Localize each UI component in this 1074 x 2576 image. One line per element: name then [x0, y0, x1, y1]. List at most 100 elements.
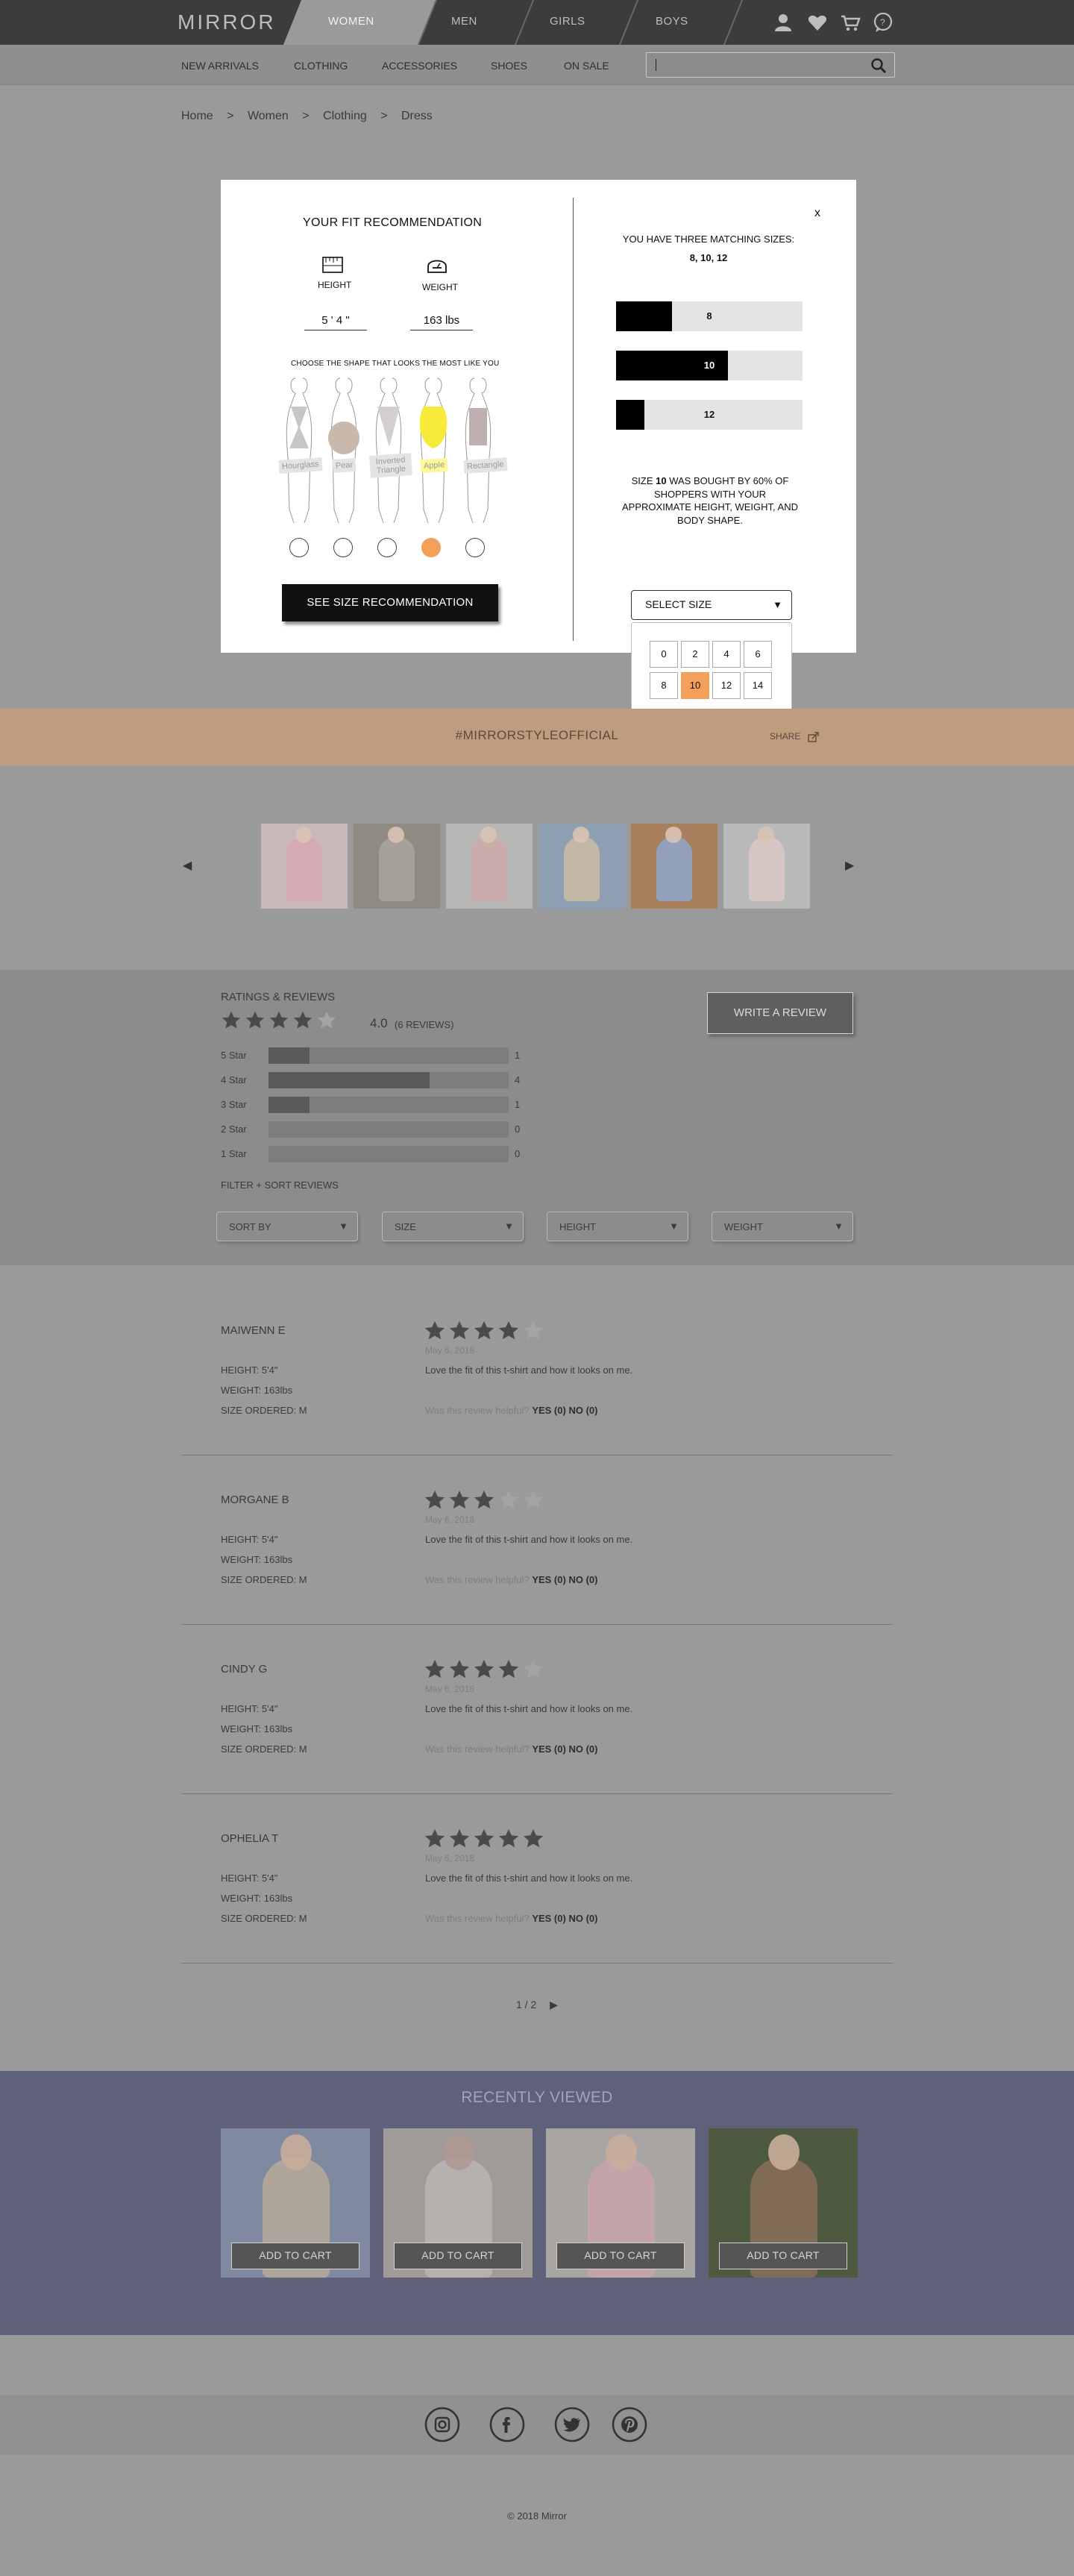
size-option-4[interactable]: 4: [712, 641, 741, 668]
gallery-next-arrow[interactable]: ▶: [845, 858, 854, 873]
helpful-no-button[interactable]: NO (0): [568, 1913, 597, 1924]
breadcrumb-separator: >: [302, 110, 310, 122]
inverted-triangle-figure[interactable]: [367, 375, 410, 524]
shape-radio-apple[interactable]: [421, 538, 441, 557]
size-option-6[interactable]: 6: [744, 641, 772, 668]
star-icon: [269, 1011, 289, 1029]
user-icon[interactable]: [773, 12, 794, 33]
see-size-recommendation-button[interactable]: SEE SIZE RECOMMENDATION: [282, 584, 498, 621]
heart-icon[interactable]: [807, 12, 828, 33]
star-icon: [498, 1320, 519, 1340]
gallery-thumbnail[interactable]: [261, 824, 348, 909]
gallery-thumbnail[interactable]: [446, 824, 533, 909]
gallery-thumbnail[interactable]: [354, 824, 440, 909]
rectangle-figure[interactable]: [456, 375, 500, 524]
helpful-yes-button[interactable]: YES (0): [532, 1743, 566, 1755]
subnav-shoes[interactable]: SHOES: [491, 60, 527, 72]
breadcrumb-separator: >: [227, 110, 234, 122]
size-option-12[interactable]: 12: [712, 672, 741, 699]
reviewer-name: OPHELIA T: [221, 1832, 279, 1845]
review-text: Love the fit of this t-shirt and how it …: [425, 1703, 633, 1714]
reviewer-height: HEIGHT: 5'4": [221, 1364, 278, 1376]
pinterest-icon[interactable]: [612, 2407, 647, 2442]
height-field[interactable]: 5 ' 4 ": [304, 314, 367, 330]
weight-field[interactable]: 163 lbs: [410, 314, 473, 330]
tab-women[interactable]: WOMEN: [328, 15, 374, 28]
size-option-0[interactable]: 0: [650, 641, 678, 668]
helpful-yes-button[interactable]: YES (0): [532, 1574, 566, 1585]
breadcrumb-clothing[interactable]: Clothing: [323, 110, 367, 122]
helpful-yes-button[interactable]: YES (0): [532, 1913, 566, 1924]
helpful-no-button[interactable]: NO (0): [568, 1574, 597, 1585]
breadcrumb-home[interactable]: Home: [181, 110, 213, 122]
shape-radio-hourglass[interactable]: [289, 538, 309, 557]
helpful-no-button[interactable]: NO (0): [568, 1405, 597, 1416]
search-input[interactable]: [646, 52, 895, 78]
pagination: 1 / 2 ▶: [516, 1999, 558, 2011]
shape-radio-rectangle[interactable]: [465, 538, 485, 557]
size-option-2[interactable]: 2: [681, 641, 709, 668]
average-rating: 4.0: [370, 1016, 388, 1030]
sort-by-dropdown[interactable]: SORT BY ▼: [216, 1212, 358, 1241]
tab-girls[interactable]: GIRLS: [550, 15, 585, 28]
size-option-10[interactable]: 10: [681, 672, 709, 699]
breadcrumb-separator: >: [380, 110, 388, 122]
size-filter-dropdown[interactable]: SIZE ▼: [382, 1212, 524, 1241]
helpful-no-button[interactable]: NO (0): [568, 1743, 597, 1755]
facebook-icon[interactable]: [489, 2407, 525, 2442]
shape-prompt: CHOOSE THE SHAPE THAT LOOKS THE MOST LIK…: [291, 360, 500, 368]
pear-figure[interactable]: [322, 375, 365, 524]
search-icon[interactable]: [870, 57, 887, 74]
instagram-icon[interactable]: [424, 2407, 460, 2442]
tab-men[interactable]: MEN: [451, 15, 477, 28]
twitter-icon[interactable]: [554, 2407, 590, 2442]
breadcrumb-women[interactable]: Women: [248, 110, 289, 122]
add-to-cart-button[interactable]: ADD TO CART: [394, 2243, 522, 2269]
shape-radio-inverted-triangle[interactable]: [377, 538, 397, 557]
reviewer-size-ordered: SIZE ORDERED: M: [221, 1913, 307, 1924]
add-to-cart-button[interactable]: ADD TO CART: [231, 2243, 359, 2269]
star-icon: [523, 1490, 544, 1509]
subnav-on-sale[interactable]: ON SALE: [564, 60, 609, 72]
apple-figure[interactable]: [412, 375, 455, 524]
breadcrumb: Home > Women > Clothing > Dress: [181, 110, 443, 123]
next-page-arrow[interactable]: ▶: [550, 1999, 558, 2011]
gallery-thumbnail[interactable]: [631, 824, 717, 909]
subnav-accessories[interactable]: ACCESSORIES: [382, 60, 457, 72]
subnav-new-arrivals[interactable]: NEW ARRIVALS: [181, 60, 259, 72]
share-button[interactable]: SHARE: [770, 731, 820, 742]
recently-viewed-section: [0, 2071, 1074, 2335]
reviewer-weight: WEIGHT: 163lbs: [221, 1385, 293, 1396]
site-logo[interactable]: MIRROR: [178, 10, 276, 34]
size-option-14[interactable]: 14: [744, 672, 772, 699]
hourglass-figure[interactable]: [277, 375, 321, 524]
write-review-button[interactable]: WRITE A REVIEW: [707, 992, 853, 1034]
size-option-8[interactable]: 8: [650, 672, 678, 699]
star-icon: [474, 1659, 494, 1679]
histogram-label: 5 Star: [221, 1050, 247, 1061]
subnav-clothing[interactable]: CLOTHING: [294, 60, 348, 72]
close-modal-button[interactable]: x: [814, 207, 820, 220]
review-helpful: Was this review helpful? YES (0) NO (0): [425, 1743, 597, 1755]
add-to-cart-button[interactable]: ADD TO CART: [556, 2243, 685, 2269]
gallery-thumbnail[interactable]: [723, 824, 810, 909]
gallery-thumbnail[interactable]: [538, 824, 625, 909]
tab-boys[interactable]: BOYS: [656, 15, 688, 28]
chat-icon[interactable]: ?: [873, 12, 894, 33]
add-to-cart-button[interactable]: ADD TO CART: [719, 2243, 847, 2269]
select-size-dropdown[interactable]: SELECT SIZE ▼: [631, 590, 792, 620]
gallery-prev-arrow[interactable]: ◀: [183, 858, 192, 873]
cart-icon[interactable]: [840, 12, 861, 33]
reviewer-weight: WEIGHT: 163lbs: [221, 1893, 293, 1904]
copyright: © 2018 Mirror: [507, 2510, 567, 2522]
helpful-yes-button[interactable]: YES (0): [532, 1405, 566, 1416]
weight-filter-dropdown[interactable]: WEIGHT ▼: [712, 1212, 853, 1241]
review-date: May 6, 2018: [425, 1853, 475, 1864]
star-icon: [222, 1011, 241, 1029]
shape-radio-pear[interactable]: [333, 538, 353, 557]
shape-label-inverted-triangle: Inverted Triangle: [369, 453, 412, 479]
helpful-question: Was this review helpful?: [425, 1743, 530, 1755]
breadcrumb-dress[interactable]: Dress: [401, 110, 433, 122]
height-filter-dropdown[interactable]: HEIGHT ▼: [547, 1212, 688, 1241]
star-icon: [424, 1828, 445, 1848]
